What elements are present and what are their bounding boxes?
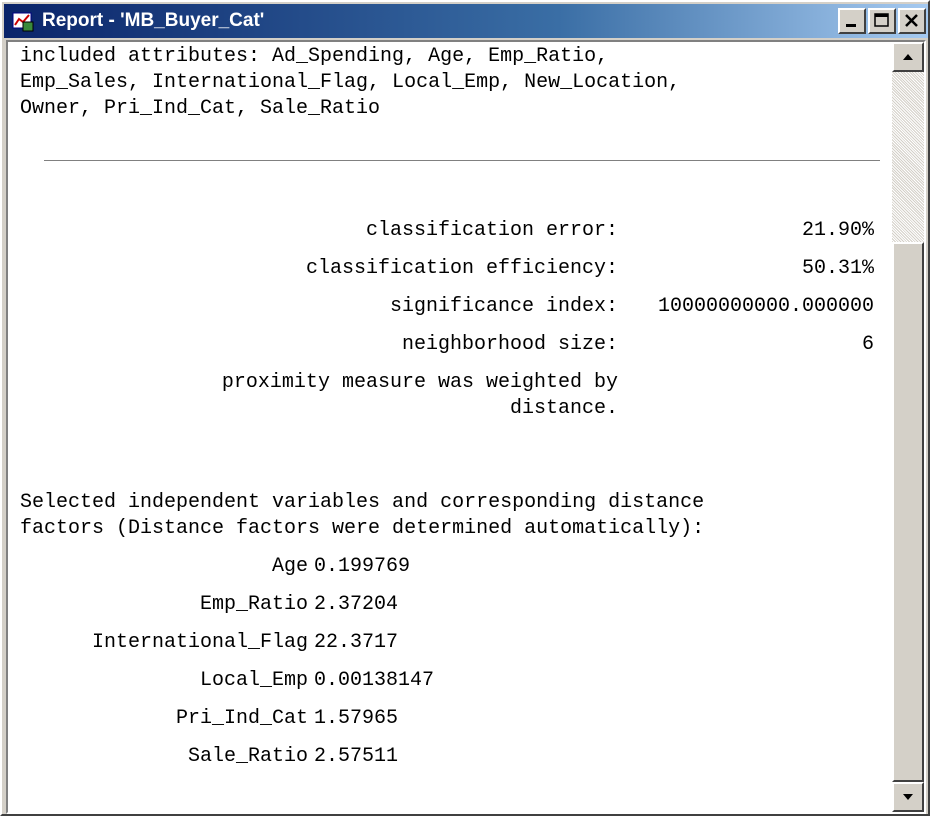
vertical-scrollbar[interactable] (892, 42, 924, 812)
stat-value: 50.31% (801, 257, 874, 280)
report-content: included attributes: Ad_Spending, Age, E… (8, 42, 892, 812)
proximity-line: distance. (509, 397, 618, 420)
report-window: Report - 'MB_Buyer_Cat' included attribu… (0, 0, 930, 816)
title-bar[interactable]: Report - 'MB_Buyer_Cat' (4, 4, 928, 38)
selected-heading-line: factors (Distance factors were determine… (20, 517, 705, 540)
scroll-down-button[interactable] (892, 782, 924, 812)
report-text-area[interactable]: included attributes: Ad_Spending, Age, E… (6, 40, 926, 814)
stat-value: 6 (861, 333, 874, 356)
scroll-up-button[interactable] (892, 42, 924, 72)
variable-name: Age (271, 555, 308, 578)
close-button[interactable] (898, 8, 926, 34)
stat-label: classification error: (365, 219, 618, 242)
scroll-up-arrow-icon (903, 54, 913, 60)
variable-factor: 22.3717 (314, 631, 399, 654)
variable-name: Emp_Ratio (199, 593, 308, 616)
variable-name: Sale_Ratio (187, 745, 308, 768)
stat-value: 21.90% (801, 219, 874, 242)
minimize-icon (846, 24, 856, 27)
attributes-line: Owner, Pri_Ind_Cat, Sale_Ratio (20, 97, 381, 120)
maximize-icon (874, 13, 889, 27)
report-app-icon (10, 8, 36, 34)
variable-factor: 2.57511 (314, 745, 399, 768)
attributes-line: Emp_Sales, International_Flag, Local_Emp… (20, 71, 681, 94)
selected-heading-line: Selected independent variables and corre… (20, 491, 705, 514)
variable-factor: 1.57965 (314, 707, 399, 730)
variable-name: International_Flag (91, 631, 308, 654)
close-icon (905, 14, 918, 27)
variable-name: Local_Emp (199, 669, 308, 692)
stat-value: 10000000000.000000 (657, 295, 874, 318)
variable-factor: 0.199769 (314, 555, 411, 578)
window-title: Report - 'MB_Buyer_Cat' (42, 10, 265, 31)
scroll-down-arrow-icon (903, 794, 913, 800)
stat-label: classification efficiency: (305, 257, 618, 280)
variable-name: Pri_Ind_Cat (175, 707, 308, 730)
minimize-button[interactable] (838, 8, 866, 34)
variable-factor: 0.00138147 (314, 669, 435, 692)
variable-factor: 2.37204 (314, 593, 399, 616)
attributes-line: included attributes: Ad_Spending, Age, E… (20, 45, 609, 68)
maximize-button[interactable] (868, 8, 896, 34)
stat-label: neighborhood size: (401, 333, 618, 356)
proximity-line: proximity measure was weighted by (221, 371, 618, 394)
divider (44, 160, 880, 162)
scrollbar-thumb[interactable] (892, 242, 924, 782)
stat-label: significance index: (389, 295, 618, 318)
